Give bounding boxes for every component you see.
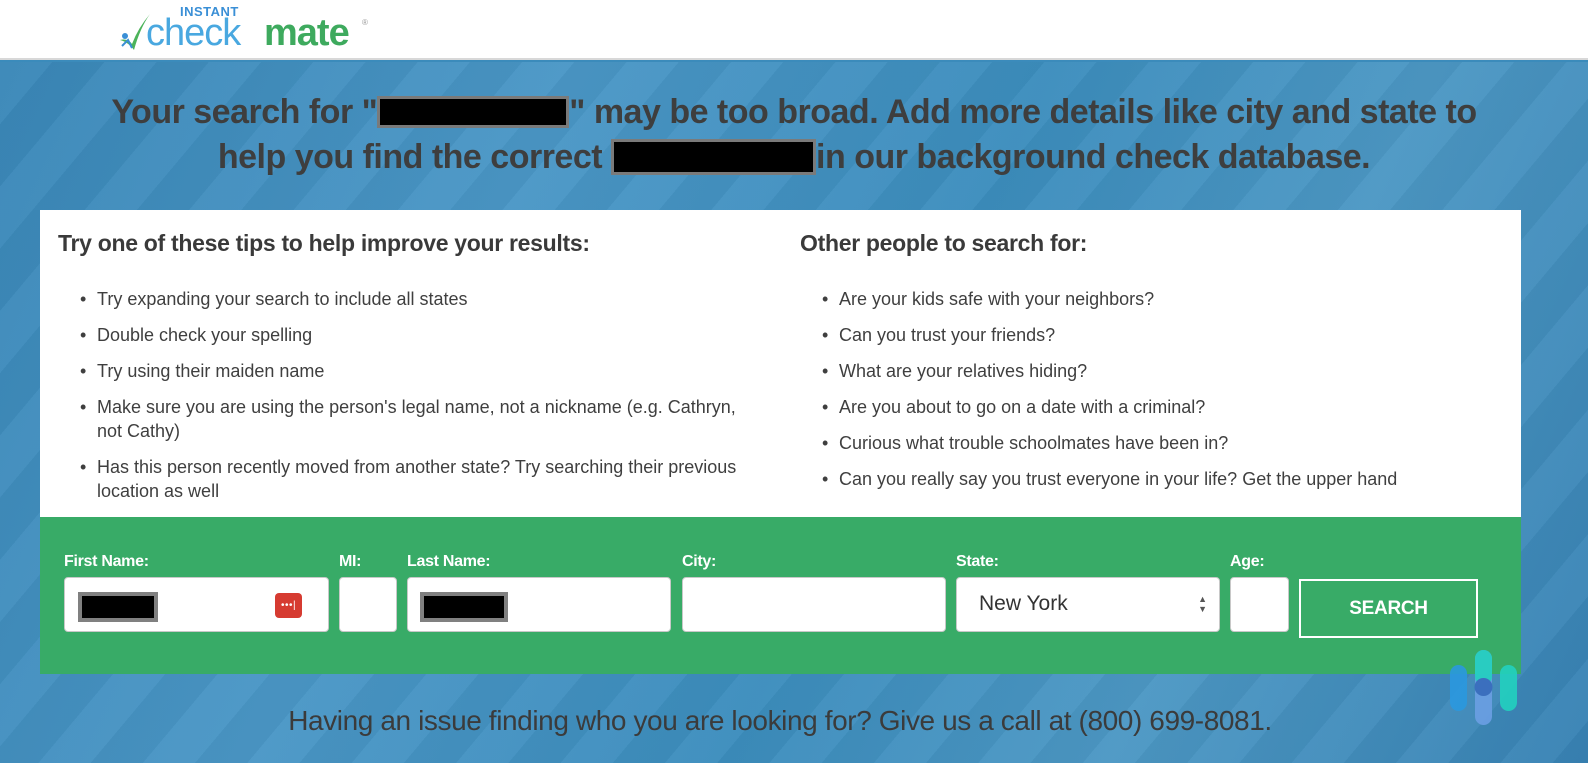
city-field: City:	[682, 553, 946, 632]
headline-line2-end: in our background check database.	[816, 138, 1371, 176]
other-people-item[interactable]: Are you about to go on a date with a cri…	[822, 395, 1500, 419]
support-call-text: Having an issue finding who you are look…	[288, 705, 1272, 736]
hero-section: Your search for " " may be too broad. Add…	[0, 62, 1588, 763]
other-people-item[interactable]: Are your kids safe with your neighbors?	[822, 287, 1500, 311]
page-headline: Your search for " " may be too broad. Add…	[30, 90, 1558, 180]
first-name-input[interactable]: •••|	[64, 577, 329, 632]
tips-panel: Try one of these tips to help improve yo…	[40, 210, 1521, 517]
state-field: State: New York ▲ ▼	[956, 553, 1220, 632]
state-label: State:	[956, 553, 999, 570]
logo-mate-text: mate	[264, 12, 350, 54]
headline-line1-start: Your search for "	[111, 93, 378, 131]
tip-item: Try using their maiden name	[80, 359, 758, 383]
other-people-item[interactable]: Curious what trouble schoolmates have be…	[822, 431, 1500, 455]
tips-column: Try one of these tips to help improve yo…	[58, 230, 758, 515]
site-watermark-icon	[1450, 650, 1517, 725]
age-field: Age:	[1230, 553, 1289, 632]
instant-checkmate-logo[interactable]: INSTANT check mate ®	[118, 2, 378, 54]
other-people-item[interactable]: Can you trust your friends?	[822, 323, 1500, 347]
last-name-input[interactable]	[407, 577, 671, 632]
select-arrows-icon: ▲ ▼	[1198, 594, 1207, 614]
state-selected-value: New York	[979, 592, 1068, 615]
city-label: City:	[682, 553, 717, 570]
headline-line1-end: " may be too broad. Add more details lik…	[569, 93, 1477, 131]
first-name-label: First Name:	[64, 553, 149, 570]
tips-list: Try expanding your search to include all…	[58, 287, 758, 503]
search-form: First Name: •••| MI: Last Name: City: St…	[40, 517, 1521, 674]
redacted-first-name	[78, 592, 158, 622]
other-people-title: Other people to search for:	[800, 230, 1088, 256]
other-people-item[interactable]: Can you really say you trust everyone in…	[822, 467, 1500, 491]
registered-mark: ®	[362, 18, 368, 27]
state-select[interactable]: New York ▲ ▼	[956, 577, 1220, 632]
logo-check-text: check	[146, 12, 241, 54]
tips-title: Try one of these tips to help improve yo…	[58, 230, 590, 256]
middle-initial-input[interactable]	[339, 577, 397, 632]
age-input[interactable]	[1230, 577, 1289, 632]
other-people-list: Are your kids safe with your neighbors? …	[800, 287, 1500, 491]
city-input[interactable]	[682, 577, 946, 632]
first-name-field: First Name: •••|	[64, 553, 329, 632]
tip-item: Try expanding your search to include all…	[80, 287, 758, 311]
top-bar: INSTANT check mate ®	[0, 0, 1588, 60]
other-people-item[interactable]: What are your relatives hiding?	[822, 359, 1500, 383]
last-name-label: Last Name:	[407, 553, 491, 570]
tip-item: Double check your spelling	[80, 323, 758, 347]
redacted-last-name	[420, 592, 508, 622]
search-button[interactable]: SEARCH	[1299, 579, 1478, 638]
middle-initial-field: MI:	[339, 553, 397, 632]
headline-line2-start: help you find the correct	[217, 138, 612, 176]
tip-item: Has this person recently moved from anot…	[80, 455, 758, 503]
redacted-search-name	[377, 96, 570, 129]
tip-item: Make sure you are using the person's leg…	[80, 395, 758, 443]
last-name-field: Last Name:	[407, 553, 671, 632]
redacted-person-name	[611, 139, 817, 176]
age-label: Age:	[1230, 553, 1265, 570]
password-manager-icon[interactable]: •••|	[275, 593, 302, 618]
other-people-column: Other people to search for: Are your kid…	[800, 230, 1500, 503]
middle-initial-label: MI:	[339, 553, 362, 570]
